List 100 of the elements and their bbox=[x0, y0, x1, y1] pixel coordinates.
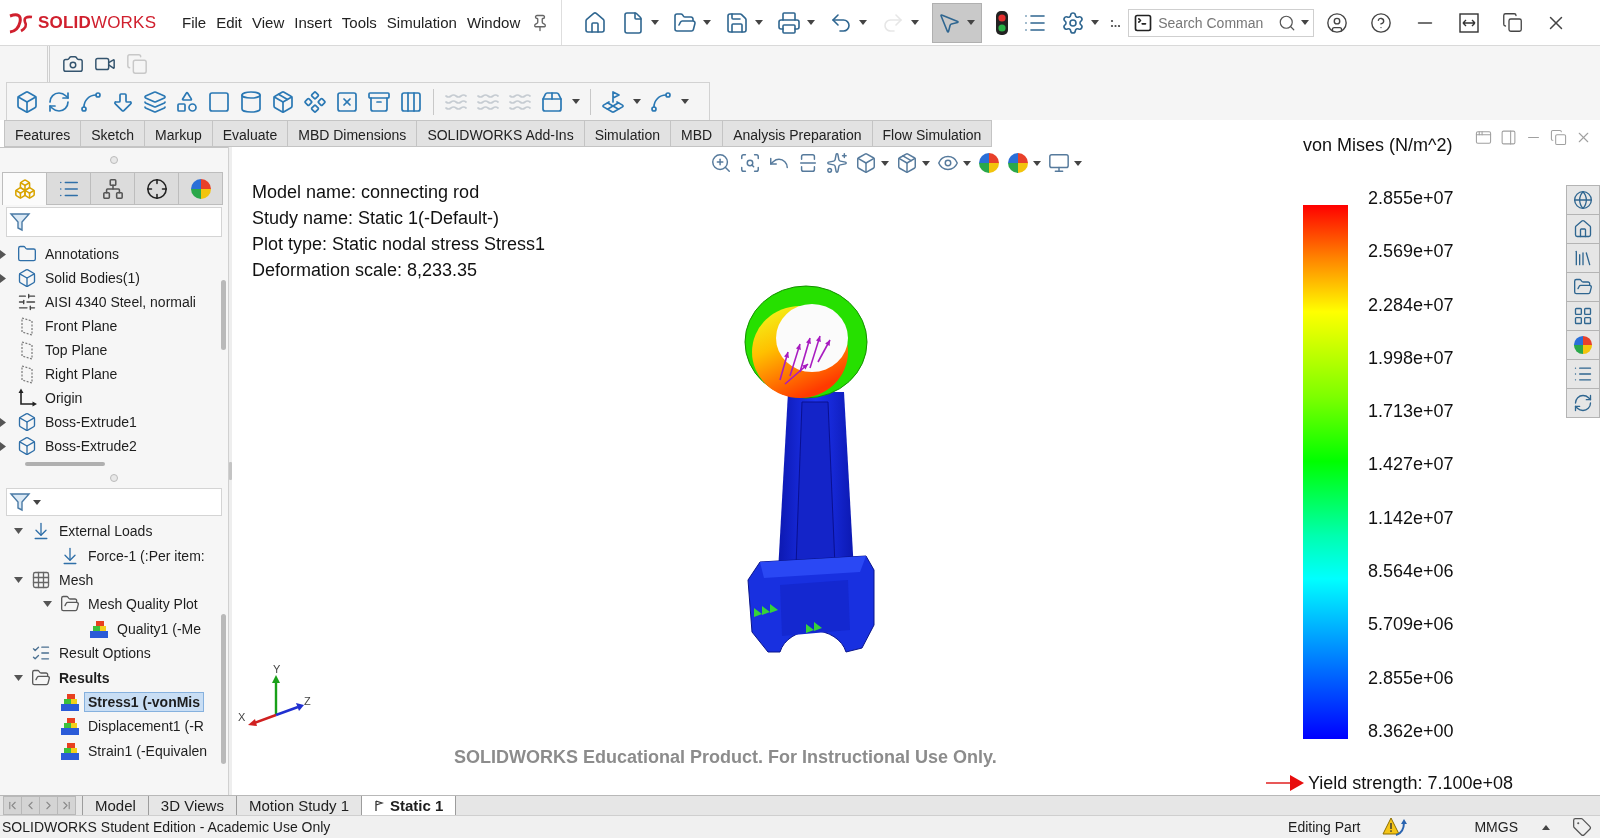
scrollbar[interactable] bbox=[220, 280, 226, 350]
command-tab[interactable]: Sketch bbox=[80, 120, 146, 147]
caret-icon[interactable] bbox=[572, 99, 580, 104]
tool-button[interactable] bbox=[932, 2, 983, 43]
tree-item[interactable]: Result Options bbox=[55, 643, 155, 664]
flag-plot-icon[interactable] bbox=[601, 89, 625, 114]
command-tab[interactable]: MBD bbox=[670, 120, 724, 147]
command-tab[interactable]: Analysis Preparation bbox=[722, 120, 873, 147]
caret-down-icon[interactable] bbox=[14, 674, 23, 681]
spline-icon[interactable] bbox=[649, 89, 673, 114]
help-icon[interactable] bbox=[1370, 11, 1393, 34]
zoom-in-icon[interactable] bbox=[710, 152, 732, 174]
caret-icon[interactable] bbox=[963, 160, 971, 166]
command-tab[interactable]: Markup bbox=[144, 120, 213, 147]
command-tab[interactable]: Evaluate bbox=[211, 120, 289, 147]
menu-item[interactable]: Window bbox=[461, 14, 526, 31]
tree-item[interactable]: Front Plane bbox=[41, 316, 122, 336]
caret-icon[interactable] bbox=[1091, 20, 1100, 25]
refresh-icon[interactable] bbox=[47, 89, 71, 114]
cube-icon[interactable] bbox=[15, 89, 39, 114]
command-tab[interactable]: Flow Simulation bbox=[871, 120, 993, 147]
task-pane-button[interactable] bbox=[1566, 185, 1600, 215]
tree-item[interactable]: Results bbox=[55, 667, 114, 688]
tag-icon[interactable] bbox=[1572, 817, 1592, 837]
printer-icon[interactable] bbox=[777, 10, 802, 35]
menu-item[interactable]: Insert bbox=[289, 14, 337, 31]
tree-item[interactable]: External Loads bbox=[55, 521, 157, 542]
command-tab[interactable]: SOLIDWORKS Add-Ins bbox=[416, 120, 585, 147]
caret-icon[interactable] bbox=[755, 20, 764, 25]
caret-icon[interactable] bbox=[33, 499, 41, 505]
scrollbar[interactable] bbox=[220, 614, 226, 764]
diamonds-icon[interactable] bbox=[303, 89, 327, 114]
tree-item[interactable]: Top Plane bbox=[41, 340, 112, 360]
traffic-light-icon[interactable] bbox=[995, 9, 1010, 36]
tree-item[interactable]: Solid Bodies(1) bbox=[41, 268, 144, 288]
grip-handle[interactable] bbox=[110, 474, 118, 482]
grip-handle[interactable] bbox=[110, 156, 118, 164]
tree-item[interactable]: Displacement1 (-R bbox=[84, 716, 208, 737]
package-icon[interactable] bbox=[540, 89, 564, 114]
search-input[interactable]: Search Comman bbox=[1158, 14, 1274, 31]
tree-item[interactable]: Stress1 (-vonMis bbox=[84, 691, 205, 712]
package-icon[interactable] bbox=[896, 152, 918, 174]
caret-icon[interactable] bbox=[807, 20, 816, 25]
caret-icon[interactable] bbox=[1301, 20, 1310, 25]
search-field[interactable]: Search Comman bbox=[1128, 8, 1315, 37]
caret-icon[interactable] bbox=[651, 20, 660, 25]
tree-item[interactable]: Strain1 (-Equivalen bbox=[84, 740, 212, 761]
tree-item[interactable]: Boss-Extrude1 bbox=[41, 412, 141, 432]
sparkles-icon[interactable] bbox=[826, 152, 848, 174]
cross-square-icon[interactable] bbox=[335, 89, 359, 114]
square-icon[interactable] bbox=[207, 89, 231, 114]
fit-width-icon[interactable] bbox=[1458, 11, 1481, 34]
tree-item[interactable]: Right Plane bbox=[41, 364, 122, 384]
tree-item[interactable]: Origin bbox=[41, 388, 87, 408]
tree-item[interactable]: Quality1 (-Me bbox=[113, 618, 206, 639]
window-icon[interactable] bbox=[1475, 129, 1492, 146]
caret-icon[interactable] bbox=[967, 20, 976, 25]
zoom-area-icon[interactable] bbox=[739, 152, 761, 174]
caret-icon[interactable] bbox=[633, 99, 641, 104]
task-pane-button[interactable] bbox=[1566, 301, 1600, 331]
caret-right-icon[interactable] bbox=[0, 441, 6, 451]
settings-icon[interactable] bbox=[1061, 10, 1086, 35]
menu-item[interactable]: Edit bbox=[211, 14, 248, 31]
menu-item[interactable]: View bbox=[247, 14, 290, 31]
tree-item[interactable]: Boss-Extrude2 bbox=[41, 436, 141, 456]
caret-down-icon[interactable] bbox=[14, 528, 23, 535]
task-pane-button[interactable] bbox=[1566, 272, 1600, 302]
menu-item[interactable]: Simulation bbox=[381, 14, 462, 31]
splitter-handle[interactable] bbox=[229, 462, 232, 480]
filter-field[interactable] bbox=[6, 207, 222, 237]
command-tab[interactable]: MBD Dimensions bbox=[287, 120, 418, 147]
scrollbar[interactable] bbox=[25, 462, 105, 466]
caret-icon[interactable] bbox=[703, 20, 712, 25]
study-tab[interactable]: Static 1 bbox=[362, 796, 457, 815]
color-sphere-icon[interactable] bbox=[1007, 152, 1029, 174]
user-icon[interactable] bbox=[1326, 11, 1349, 34]
caret-icon[interactable] bbox=[922, 160, 930, 166]
caret-icon[interactable] bbox=[859, 20, 868, 25]
cylinder-icon[interactable] bbox=[239, 89, 263, 114]
warning-icon[interactable] bbox=[1382, 817, 1409, 837]
archive-icon[interactable] bbox=[367, 89, 391, 114]
caret-icon[interactable] bbox=[1074, 160, 1082, 166]
tree-item[interactable]: Mesh bbox=[55, 569, 98, 590]
caret-right-icon[interactable] bbox=[0, 249, 6, 259]
spline-icon[interactable] bbox=[79, 89, 103, 114]
save-icon[interactable] bbox=[725, 10, 750, 35]
task-pane-button[interactable] bbox=[1566, 330, 1600, 360]
split-square-icon[interactable] bbox=[797, 152, 819, 174]
filter-icon[interactable] bbox=[9, 211, 31, 233]
panel-tab[interactable] bbox=[134, 172, 179, 205]
caret-down-icon[interactable] bbox=[14, 576, 23, 583]
filter-icon[interactable] bbox=[9, 491, 31, 513]
tree-item[interactable]: Annotations bbox=[41, 244, 123, 264]
task-pane-button[interactable] bbox=[1566, 388, 1600, 418]
command-tab[interactable]: Features bbox=[4, 120, 82, 147]
camera-icon[interactable] bbox=[62, 53, 84, 75]
tree-item[interactable]: Force-1 (:Per item: bbox=[84, 545, 209, 566]
command-tab[interactable]: Simulation bbox=[583, 120, 672, 147]
task-pane-button[interactable] bbox=[1566, 359, 1600, 389]
panel-tab[interactable] bbox=[90, 172, 135, 205]
